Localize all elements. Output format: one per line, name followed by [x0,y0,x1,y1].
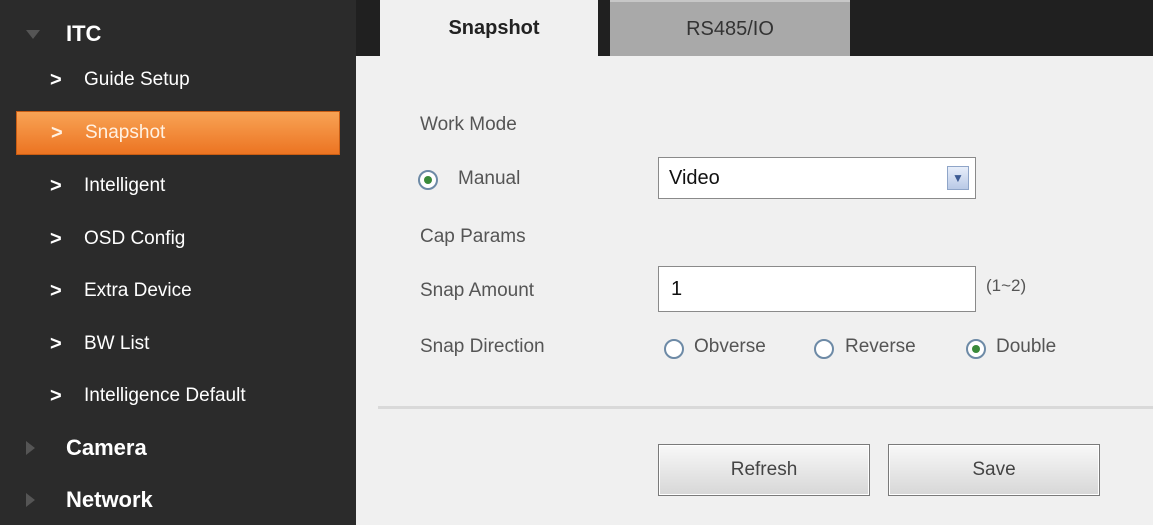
tab-snapshot[interactable]: Snapshot [380,0,608,56]
sidebar-group-label: Camera [66,435,147,460]
snap-amount-input[interactable] [658,266,976,312]
sidebar-item-label: OSD Config [84,228,186,249]
chevron-right-icon: > [50,68,62,91]
cap-params-label: Cap Params [420,226,526,247]
tab-rs485-io[interactable]: RS485/IO [610,0,850,56]
sidebar-item-label: BW List [84,333,150,354]
direction-obverse-radio[interactable] [664,339,684,359]
sidebar-item-label: Intelligence Default [84,385,246,406]
tab-bar: Snapshot RS485/IO [356,0,1153,56]
mode-manual-label[interactable]: Manual [458,168,520,190]
sidebar-item-extra-device[interactable]: > Extra Device [16,269,340,313]
snap-direction-label: Snap Direction [420,336,545,357]
snap-amount-range: (1~2) [986,276,1027,295]
direction-obverse-label[interactable]: Obverse [694,336,766,358]
dropdown-arrow-icon[interactable]: ▼ [947,166,969,190]
triangle-right-icon [26,493,35,507]
sidebar-item-snapshot[interactable]: > Snapshot [16,111,340,155]
triangle-right-icon [26,441,35,455]
mode-manual-radio[interactable] [418,170,438,190]
mode-select-value: Video [669,166,720,189]
chevron-right-icon: > [50,384,62,407]
snap-amount-label: Snap Amount [420,280,535,301]
tab-divider [598,0,610,56]
sidebar-item-label: Snapshot [85,122,166,143]
sidebar-group-itc[interactable]: ITC [0,12,356,56]
mode-select[interactable]: Video ▼ [658,157,976,199]
sidebar-item-label: Extra Device [84,280,192,301]
direction-double-radio[interactable] [966,339,986,359]
chevron-right-icon: > [50,174,62,197]
sidebar-group-camera[interactable]: Camera [0,426,356,470]
sidebar-group-network[interactable]: Network [0,478,356,522]
sidebar-item-intelligence-default[interactable]: > Intelligence Default [16,374,340,418]
refresh-button[interactable]: Refresh [658,444,870,496]
sidebar-item-bw-list[interactable]: > BW List [16,322,340,366]
chevron-right-icon: > [50,332,62,355]
sidebar-item-osd-config[interactable]: > OSD Config [16,217,340,261]
sidebar-item-intelligent[interactable]: > Intelligent [16,164,340,208]
chevron-right-icon: > [51,121,63,144]
sidebar-item-label: Guide Setup [84,69,190,90]
chevron-right-icon: > [50,279,62,302]
direction-reverse-label[interactable]: Reverse [845,336,916,358]
triangle-down-icon [26,30,40,39]
direction-double-label[interactable]: Double [996,336,1056,358]
sidebar-group-label: ITC [66,21,102,46]
main-panel: Snapshot RS485/IO Work Mode Manual Video… [356,0,1153,525]
save-button[interactable]: Save [888,444,1100,496]
sidebar-item-label: Intelligent [84,175,166,196]
work-mode-label: Work Mode [420,114,517,135]
chevron-right-icon: > [50,227,62,250]
section-divider [378,406,1153,409]
sidebar: ITC > Guide Setup > Snapshot > Intellige… [0,0,356,525]
sidebar-group-label: Network [66,487,153,512]
direction-reverse-radio[interactable] [814,339,834,359]
sidebar-item-guide-setup[interactable]: > Guide Setup [16,58,340,102]
